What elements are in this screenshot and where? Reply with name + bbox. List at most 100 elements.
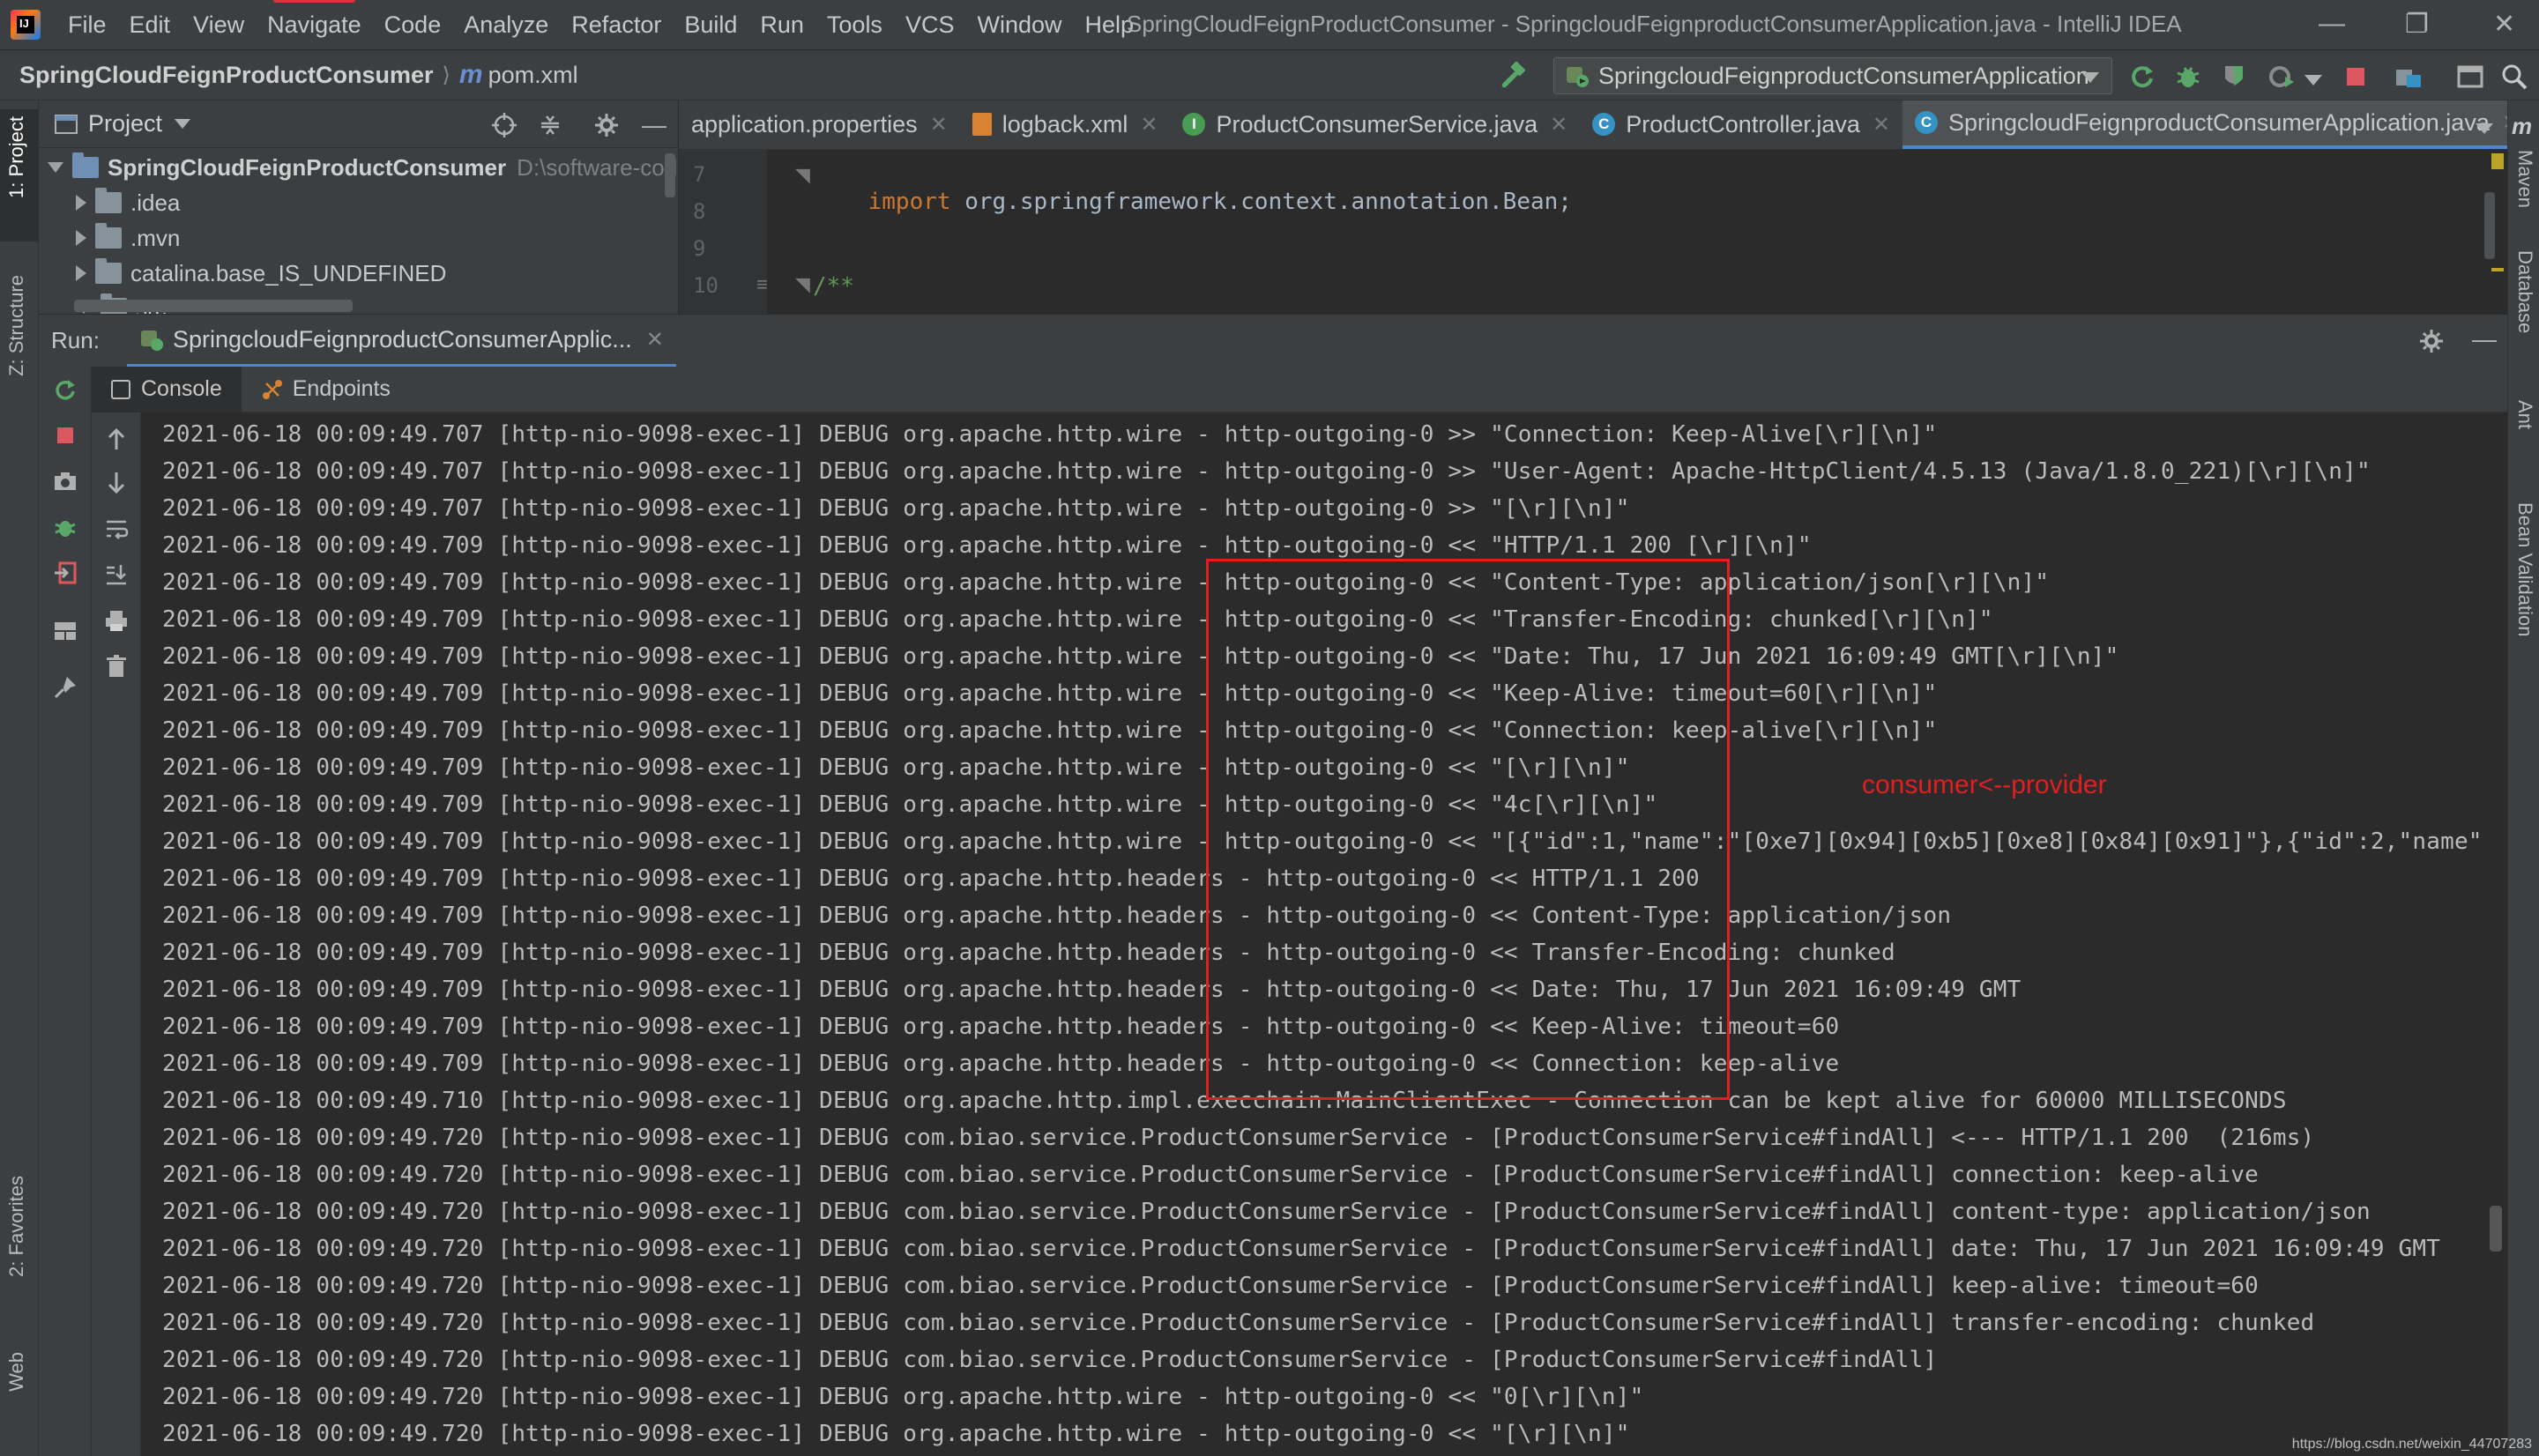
rerun-icon[interactable] [2128, 63, 2156, 91]
menu-build[interactable]: Build [673, 11, 748, 39]
editor-tab-product-consumer-service[interactable]: I ProductConsumerService.java ✕ [1170, 100, 1580, 149]
rerun-icon[interactable] [53, 377, 78, 402]
editor-tab-bar: application.properties ✕ logback.xml ✕ I… [679, 100, 2507, 150]
print-icon[interactable] [104, 608, 129, 633]
folder-icon [95, 258, 122, 284]
close-tab-icon[interactable]: ✕ [1140, 112, 1158, 137]
editor-scrollbar[interactable] [2484, 192, 2495, 259]
pin-icon[interactable] [53, 675, 78, 700]
close-tab-icon[interactable]: ✕ [930, 112, 948, 137]
arrow-down-icon[interactable] [104, 471, 129, 495]
menu-navigate[interactable]: Navigate [256, 0, 373, 39]
tree-item-mvn[interactable]: .mvn [76, 220, 180, 256]
code-line-import[interactable]: import org.springframework.context.annot… [813, 162, 1572, 241]
search-icon[interactable] [2500, 63, 2528, 91]
menu-code[interactable]: Code [373, 11, 453, 39]
tool-tab-maven[interactable]: Maven [2513, 150, 2536, 208]
restore-icon[interactable]: ❐ [2405, 9, 2429, 40]
tab-console[interactable]: Console [92, 366, 242, 412]
run-configuration-selector[interactable]: SpringcloudFeignproductConsumerApplicati… [1553, 57, 2112, 94]
tool-tab-structure[interactable]: Z: Structure [5, 275, 28, 376]
project-panel-title[interactable]: Project [88, 110, 162, 137]
warning-stripe[interactable] [2491, 268, 2504, 271]
tool-tab-bean-validation[interactable]: Bean Validation [2513, 502, 2536, 637]
debug-bug-icon[interactable] [53, 515, 78, 539]
tree-item-root[interactable]: SpringCloudFeignProductConsumer D:\softw… [48, 150, 678, 185]
arrow-up-icon[interactable] [104, 427, 129, 451]
close-tab-icon[interactable]: ✕ [1550, 112, 1567, 137]
profiler-icon[interactable] [2267, 63, 2296, 91]
menu-view[interactable]: View [182, 11, 256, 39]
tree-item-catalina[interactable]: catalina.base_IS_UNDEFINED [76, 256, 446, 291]
fold-marker-icon[interactable]: ◥ [795, 273, 810, 296]
javadoc-render-icon[interactable]: ≡ [756, 273, 768, 296]
more-run-options-icon[interactable] [2304, 75, 2322, 85]
menu-edit[interactable]: Edit [118, 11, 182, 39]
menu-analyze[interactable]: Analyze [452, 11, 560, 39]
editor-tab-consumer-application[interactable]: C SpringcloudFeignproductConsumerApplica… [1902, 100, 2507, 149]
log-line: 2021-06-18 00:09:49.720 [http-nio-9098-e… [162, 1236, 2441, 1262]
debug-bug-icon[interactable] [2174, 63, 2202, 91]
menu-tools[interactable]: Tools [815, 11, 894, 39]
close-tab-icon[interactable]: ✕ [2502, 110, 2507, 136]
editor-area: application.properties ✕ logback.xml ✕ I… [679, 100, 2507, 314]
terminal-icon[interactable] [2456, 63, 2484, 91]
project-structure-icon[interactable] [2394, 63, 2423, 91]
tree-item-idea[interactable]: .idea [76, 185, 180, 220]
close-tab-icon[interactable]: ✕ [646, 327, 664, 353]
interface-icon: I [1182, 113, 1206, 136]
layout-icon[interactable] [53, 619, 78, 643]
build-hammer-icon[interactable] [1499, 61, 1529, 91]
trash-icon[interactable] [104, 654, 129, 679]
editor-tab-product-controller[interactable]: C ProductController.java ✕ [1580, 100, 1902, 149]
log-line: 2021-06-18 00:09:49.709 [http-nio-9098-e… [162, 569, 2050, 596]
stop-icon[interactable] [53, 423, 78, 448]
editor-tab-logback-xml[interactable]: logback.xml ✕ [960, 100, 1171, 149]
coverage-icon[interactable] [2220, 63, 2248, 91]
editor-tab-application-properties[interactable]: application.properties ✕ [679, 100, 960, 149]
camera-icon[interactable] [53, 469, 78, 494]
intellij-logo-icon: IJ [11, 10, 41, 40]
breadcrumb-file[interactable]: pom.xml [488, 62, 578, 89]
minimize-icon[interactable]: — [2319, 9, 2345, 39]
menu-refactor[interactable]: Refactor [560, 11, 673, 39]
tool-tab-database[interactable]: Database [2513, 250, 2536, 333]
run-tab-application[interactable]: SpringcloudFeignproductConsumerApplic...… [127, 315, 676, 368]
code-line-comment[interactable]: /** [813, 273, 854, 300]
horizontal-scrollbar[interactable] [74, 300, 353, 312]
import-package: org.springframework.context.annotation.B… [964, 189, 1572, 215]
close-tab-icon[interactable]: ✕ [1873, 112, 1890, 137]
menu-vcs[interactable]: VCS [894, 11, 966, 39]
tabs-overflow-icon[interactable] [2476, 123, 2493, 134]
breadcrumb-project[interactable]: SpringCloudFeignProductConsumer [19, 62, 434, 89]
soft-wrap-icon[interactable] [104, 516, 129, 541]
menu-bar: IJ File Edit View Navigate Code Analyze … [0, 0, 2539, 49]
vertical-scrollbar[interactable] [665, 153, 675, 197]
menu-file[interactable]: File [56, 11, 118, 39]
stop-icon[interactable] [2342, 63, 2370, 91]
log-line: 2021-06-18 00:09:49.709 [http-nio-9098-e… [162, 643, 2119, 670]
fold-marker-icon[interactable]: ◥ [795, 164, 810, 187]
console-scrollbar[interactable] [2490, 1206, 2502, 1252]
tool-tab-project[interactable]: 1: Project [5, 116, 28, 198]
menu-run[interactable]: Run [748, 11, 815, 39]
tool-tab-ant[interactable]: Ant [2513, 400, 2536, 429]
locate-target-icon[interactable] [492, 113, 517, 137]
login-icon[interactable] [53, 561, 78, 585]
gear-icon[interactable] [594, 113, 619, 137]
hide-panel-icon[interactable]: — [2472, 325, 2497, 353]
collapse-all-icon[interactable] [538, 113, 562, 137]
hide-panel-icon[interactable]: — [642, 111, 666, 139]
chevron-down-icon[interactable] [175, 119, 191, 129]
close-icon[interactable]: ✕ [2493, 9, 2515, 40]
log-line: 2021-06-18 00:09:49.709 [http-nio-9098-e… [162, 977, 2022, 1003]
tool-tab-favorites[interactable]: 2: Favorites [5, 1176, 28, 1277]
spring-class-icon: C [1914, 111, 1938, 134]
menu-window[interactable]: Window [965, 11, 1073, 39]
editor-tab-label: application.properties [691, 110, 918, 137]
gear-icon[interactable] [2419, 329, 2444, 353]
tab-endpoints[interactable]: Endpoints [242, 367, 410, 412]
tool-tab-web[interactable]: Web [5, 1352, 28, 1392]
warning-indicator-icon[interactable] [2491, 153, 2504, 169]
scroll-to-end-icon[interactable] [104, 562, 129, 587]
